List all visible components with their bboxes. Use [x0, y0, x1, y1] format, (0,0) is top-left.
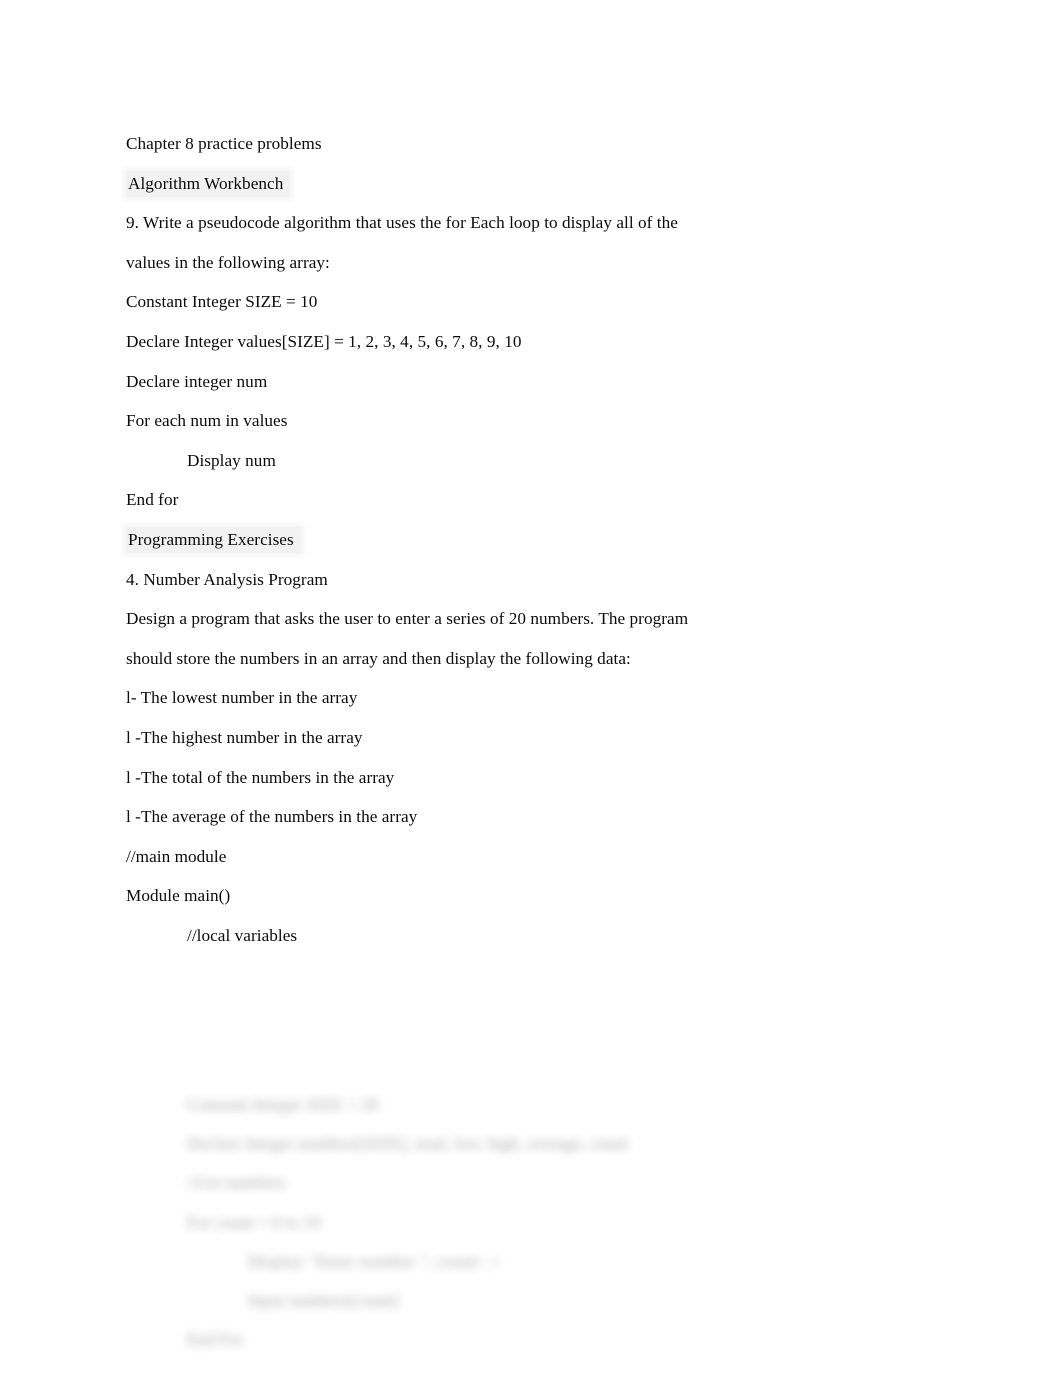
blurred-for-loop: For count = 0 to 19 — [187, 1212, 321, 1232]
heading-programming-exercises: Programming Exercises — [126, 520, 946, 560]
comment-local-variables: //local variables — [187, 925, 298, 945]
heading-algorithm-workbench-text: Algorithm Workbench — [126, 170, 291, 197]
requirement-highest: l -The highest number in the array — [126, 727, 363, 747]
blurred-constant-size: Constant Integer SIZE = 20 — [187, 1095, 379, 1114]
pseudocode-display-num: Display num — [187, 450, 276, 470]
heading-algorithm-workbench: Algorithm Workbench — [126, 164, 946, 204]
pseudocode-for-each: For each num in values — [126, 411, 288, 431]
module-main-declaration: Module main() — [126, 886, 231, 906]
requirement-lowest: l- The lowest number in the array — [126, 688, 358, 708]
document-body: Chapter 8 practice problems Algorithm Wo… — [126, 124, 946, 955]
blurred-comment-get-numbers: //Get numbers — [187, 1173, 286, 1193]
question-9-line-2: values in the following array: — [126, 252, 330, 272]
heading-programming-exercises-text: Programming Exercises — [126, 526, 301, 553]
document-page: Chapter 8 practice problems Algorithm Wo… — [0, 0, 1062, 1377]
blurred-pseudocode-block: Constant Integer SIZE = 20 Declare Integ… — [126, 1085, 1006, 1359]
page-title: Chapter 8 practice problems — [126, 134, 322, 153]
comment-main-module: //main module — [126, 846, 227, 866]
blurred-input-number: Input numbers[count] — [248, 1291, 399, 1311]
blurred-display-prompt: Display "Enter number ", count+ 1 — [126, 1242, 1006, 1281]
exercise-4-desc-line-2: should store the numbers in an array and… — [126, 648, 631, 668]
blurred-display-prompt-text: Display "Enter number ", count — [248, 1251, 477, 1271]
blurred-declare-numbers: Declare Integer numbers[SIZE], total, lo… — [187, 1134, 629, 1154]
pseudocode-end-for: End for — [126, 490, 179, 510]
requirement-total: l -The total of the numbers in the array — [126, 767, 395, 787]
question-9-line-1: 9. Write a pseudocode algorithm that use… — [126, 213, 678, 233]
blurred-display-prompt-tail: + 1 — [476, 1251, 500, 1271]
exercise-4-desc-line-1: Design a program that asks the user to e… — [126, 609, 689, 629]
blurred-end-for: End For — [187, 1330, 244, 1350]
requirement-average: l -The average of the numbers in the arr… — [126, 807, 418, 827]
pseudocode-declare-num: Declare integer num — [126, 371, 268, 391]
pseudocode-declare-values: Declare Integer values[SIZE] = 1, 2, 3, … — [126, 331, 522, 351]
pseudocode-constant-size: Constant Integer SIZE = 10 — [126, 292, 318, 312]
exercise-4-title: 4. Number Analysis Program — [126, 569, 328, 589]
